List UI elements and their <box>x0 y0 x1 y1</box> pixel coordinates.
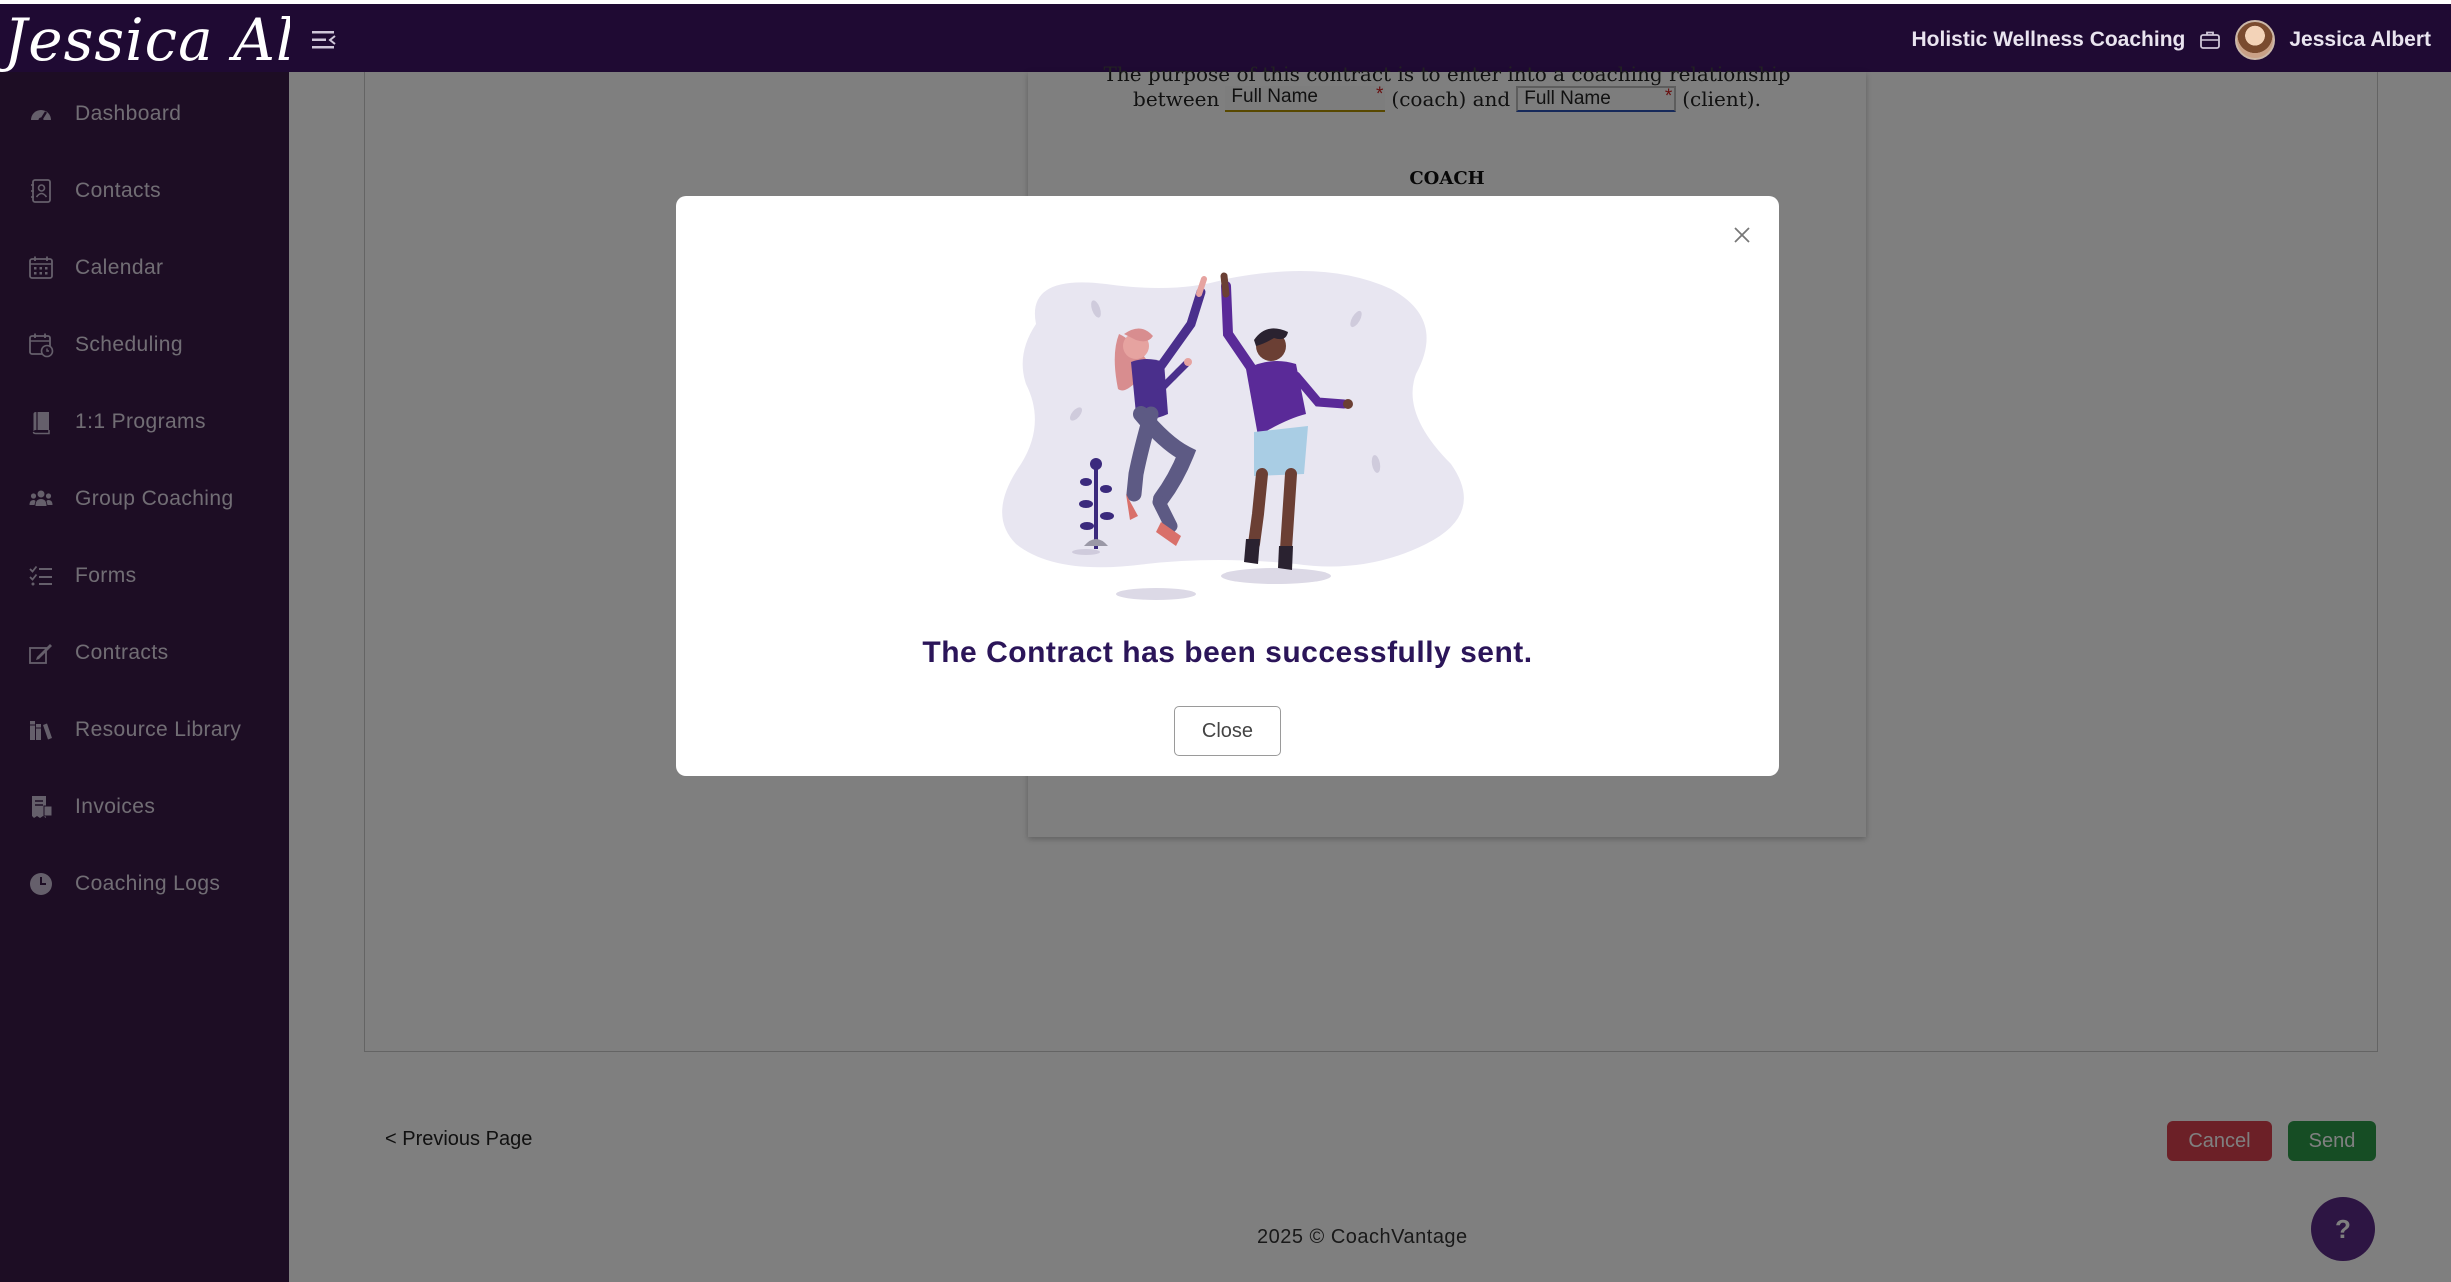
close-button[interactable]: Close <box>1174 706 1281 756</box>
high-five-illustration <box>1002 271 1464 600</box>
success-modal: The Contract has been successfully sent.… <box>676 196 1779 776</box>
success-message: The Contract has been successfully sent. <box>922 636 1533 669</box>
avatar[interactable] <box>2235 20 2276 60</box>
business-name[interactable]: Holistic Wellness Coaching <box>1912 28 2186 52</box>
brand-logo[interactable]: Jessica Albert <box>0 4 290 76</box>
user-name[interactable]: Jessica Albert <box>2289 28 2431 52</box>
briefcase-icon[interactable] <box>2199 29 2221 51</box>
menu-toggle-icon[interactable] <box>310 28 338 52</box>
close-icon[interactable] <box>1731 224 1753 246</box>
